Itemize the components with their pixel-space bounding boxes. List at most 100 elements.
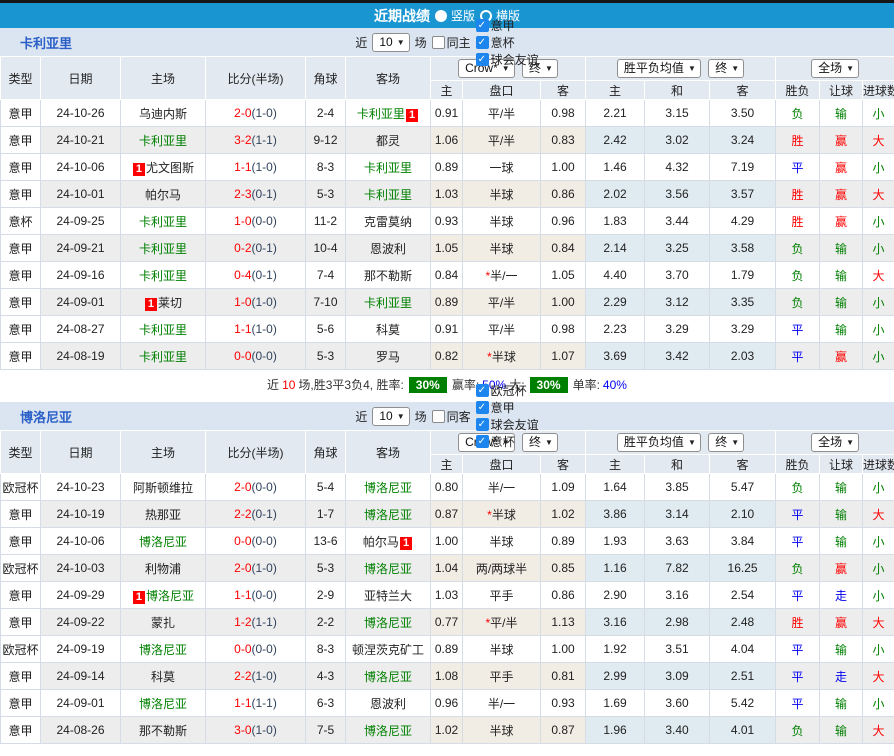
checkbox-checked-icon[interactable] [476, 401, 489, 414]
away-team[interactable]: 恩波利 [346, 690, 431, 717]
home-team[interactable]: 卡利亚里 [121, 127, 206, 154]
away-team[interactable]: 科莫 [346, 316, 431, 343]
match-score[interactable]: 2-2(1-0) [206, 663, 306, 690]
match-score[interactable]: 3-2(1-1) [206, 127, 306, 154]
match-type-badge[interactable]: 意甲 [1, 717, 41, 744]
match-type-badge[interactable]: 意甲 [1, 289, 41, 316]
away-team[interactable]: 克雷莫纳 [346, 208, 431, 235]
match-score[interactable]: 1-1(1-0) [206, 316, 306, 343]
home-team[interactable]: 博洛尼亚 [121, 690, 206, 717]
scope-select[interactable]: 全场▼ [811, 433, 859, 452]
league-checkbox[interactable]: 意甲 [474, 17, 539, 34]
home-team[interactable]: 帕尔马 [121, 181, 206, 208]
league-checkbox[interactable]: 欧冠杯 [474, 382, 539, 399]
league-checkbox[interactable]: 意甲 [474, 399, 539, 416]
home-team[interactable]: 那不勒斯 [121, 717, 206, 744]
home-team[interactable]: 1莱切 [121, 289, 206, 316]
match-type-badge[interactable]: 意甲 [1, 316, 41, 343]
home-team[interactable]: 蒙扎 [121, 609, 206, 636]
match-score[interactable]: 1-1(1-1) [206, 690, 306, 717]
match-score[interactable]: 0-2(0-1) [206, 235, 306, 262]
away-team[interactable]: 顿涅茨克矿工 [346, 636, 431, 663]
checkbox-checked-icon[interactable] [476, 384, 489, 397]
match-score[interactable]: 1-0(1-0) [206, 289, 306, 316]
away-team[interactable]: 恩波利 [346, 235, 431, 262]
match-score[interactable]: 0-0(0-0) [206, 636, 306, 663]
away-team[interactable]: 博洛尼亚 [346, 717, 431, 744]
away-team[interactable]: 亚特兰大 [346, 582, 431, 609]
avg-time-select[interactable]: 终▼ [708, 433, 744, 452]
home-team[interactable]: 热那亚 [121, 501, 206, 528]
league-checkbox[interactable]: 球会友谊 [474, 51, 539, 68]
scope-select[interactable]: 全场▼ [811, 59, 859, 78]
away-team[interactable]: 卡利亚里 [346, 289, 431, 316]
checkbox-unchecked-icon[interactable] [432, 410, 445, 423]
league-checkbox[interactable]: 意杯 [474, 34, 539, 51]
away-team[interactable]: 博洛尼亚 [346, 474, 431, 501]
home-team[interactable]: 乌迪内斯 [121, 100, 206, 127]
match-count-select[interactable]: 10▼ [372, 33, 409, 52]
match-score[interactable]: 1-1(1-0) [206, 154, 306, 181]
home-team[interactable]: 利物浦 [121, 555, 206, 582]
match-score[interactable]: 1-0(0-0) [206, 208, 306, 235]
checkbox-unchecked-icon[interactable] [432, 36, 445, 49]
home-team[interactable]: 卡利亚里 [121, 208, 206, 235]
league-checkbox[interactable]: 球会友谊 [474, 416, 539, 433]
away-team[interactable]: 博洛尼亚 [346, 555, 431, 582]
home-team[interactable]: 博洛尼亚 [121, 528, 206, 555]
match-type-badge[interactable]: 意甲 [1, 582, 41, 609]
match-type-badge[interactable]: 意甲 [1, 663, 41, 690]
match-type-badge[interactable]: 意杯 [1, 208, 41, 235]
match-type-badge[interactable]: 意甲 [1, 154, 41, 181]
home-team[interactable]: 科莫 [121, 663, 206, 690]
same-venue-checkbox[interactable]: 同客 [430, 408, 471, 425]
away-team[interactable]: 罗马 [346, 343, 431, 370]
match-type-badge[interactable]: 意甲 [1, 528, 41, 555]
home-team[interactable]: 阿斯顿维拉 [121, 474, 206, 501]
away-team[interactable]: 都灵 [346, 127, 431, 154]
match-score[interactable]: 2-0(1-0) [206, 555, 306, 582]
match-score[interactable]: 3-0(1-0) [206, 717, 306, 744]
home-team[interactable]: 1尤文图斯 [121, 154, 206, 181]
match-score[interactable]: 2-2(0-1) [206, 501, 306, 528]
away-team[interactable]: 卡利亚里1 [346, 100, 431, 127]
match-type-badge[interactable]: 意甲 [1, 501, 41, 528]
match-score[interactable]: 1-2(1-1) [206, 609, 306, 636]
home-team[interactable]: 卡利亚里 [121, 235, 206, 262]
league-checkbox[interactable]: 意杯 [474, 433, 539, 450]
avg-odds-select[interactable]: 胜平负均值▼ [617, 59, 701, 78]
avg-odds-select[interactable]: 胜平负均值▼ [617, 433, 701, 452]
avg-time-select[interactable]: 终▼ [708, 59, 744, 78]
match-type-badge[interactable]: 意甲 [1, 235, 41, 262]
same-venue-checkbox[interactable]: 同主 [430, 34, 471, 51]
match-score[interactable]: 0-0(0-0) [206, 528, 306, 555]
home-team[interactable]: 1博洛尼亚 [121, 582, 206, 609]
match-score[interactable]: 0-0(0-0) [206, 343, 306, 370]
home-team[interactable]: 卡利亚里 [121, 316, 206, 343]
away-team[interactable]: 卡利亚里 [346, 154, 431, 181]
away-team[interactable]: 博洛尼亚 [346, 663, 431, 690]
match-score[interactable]: 0-4(0-1) [206, 262, 306, 289]
match-type-badge[interactable]: 欧冠杯 [1, 474, 41, 501]
match-type-badge[interactable]: 意甲 [1, 181, 41, 208]
match-score[interactable]: 1-1(0-0) [206, 582, 306, 609]
checkbox-checked-icon[interactable] [476, 435, 489, 448]
home-team[interactable]: 卡利亚里 [121, 343, 206, 370]
checkbox-checked-icon[interactable] [476, 36, 489, 49]
away-team[interactable]: 博洛尼亚 [346, 501, 431, 528]
match-score[interactable]: 2-3(0-1) [206, 181, 306, 208]
away-team[interactable]: 那不勒斯 [346, 262, 431, 289]
checkbox-checked-icon[interactable] [476, 19, 489, 32]
match-type-badge[interactable]: 意甲 [1, 262, 41, 289]
match-type-badge[interactable]: 意甲 [1, 100, 41, 127]
home-team[interactable]: 卡利亚里 [121, 262, 206, 289]
match-type-badge[interactable]: 意甲 [1, 690, 41, 717]
checkbox-checked-icon[interactable] [476, 53, 489, 66]
away-team[interactable]: 博洛尼亚 [346, 609, 431, 636]
match-type-badge[interactable]: 意甲 [1, 609, 41, 636]
match-type-badge[interactable]: 欧冠杯 [1, 555, 41, 582]
match-score[interactable]: 2-0(1-0) [206, 100, 306, 127]
away-team[interactable]: 卡利亚里 [346, 181, 431, 208]
match-type-badge[interactable]: 意甲 [1, 127, 41, 154]
match-count-select[interactable]: 10▼ [372, 407, 409, 426]
